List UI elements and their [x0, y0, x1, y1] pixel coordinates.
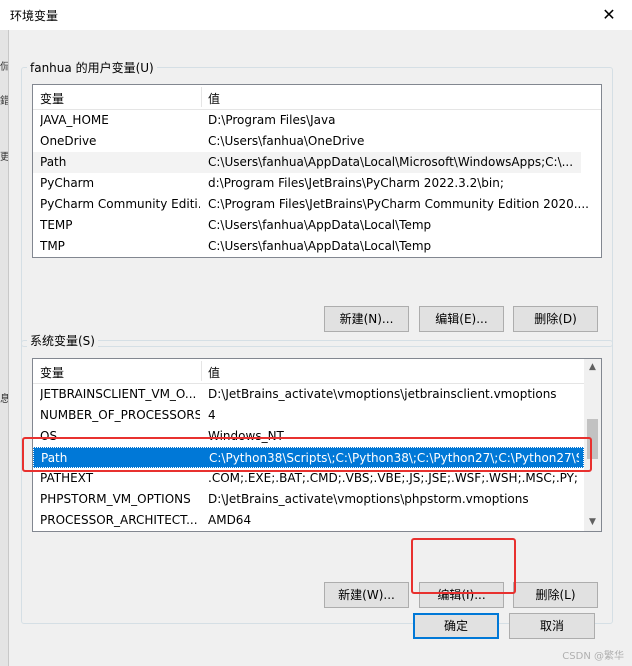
var-name: Path	[40, 155, 67, 169]
list-header: 变量 值	[33, 85, 601, 110]
var-name: OneDrive	[40, 134, 97, 148]
var-name: TEMP	[40, 218, 73, 232]
var-value: D:\JetBrains_activate\vmoptions\jetbrain…	[208, 387, 557, 401]
var-name: JETBRAINSCLIENT_VM_O...	[40, 387, 197, 401]
title-bar: 环境变量 ✕	[0, 0, 632, 30]
var-name: PROCESSOR_ARCHITECT...	[40, 513, 198, 527]
dialog-body: 侃 錯 更 息 fanhua 的用户变量(U) 变量 值 JAVA_HOME D:…	[0, 30, 632, 666]
list-item[interactable]: JETBRAINSCLIENT_VM_O... D:\JetBrains_acti…	[33, 384, 584, 405]
user-vars-list[interactable]: 变量 值 JAVA_HOME D:\Program Files\Java OneD…	[32, 84, 602, 258]
list-item[interactable]: OneDrive C:\Users\fanhua\OneDrive	[33, 131, 601, 152]
list-item[interactable]: PyCharm d:\Program Files\JetBrains\PyChar…	[33, 173, 601, 194]
var-value: C:\Users\fanhua\AppData\Local\Microsoft\…	[208, 155, 574, 169]
list-item[interactable]: TEMP C:\Users\fanhua\AppData\Local\Temp	[33, 215, 601, 236]
column-divider[interactable]	[201, 361, 202, 381]
annotation-highlight-path	[22, 437, 592, 472]
user-delete-button[interactable]: 删除(D)	[513, 306, 598, 332]
list-item[interactable]: TMP C:\Users\fanhua\AppData\Local\Temp	[33, 236, 601, 257]
list-item[interactable]: Path C:\Users\fanhua\AppData\Local\Micros…	[33, 152, 581, 173]
var-name: JAVA_HOME	[40, 113, 109, 127]
var-value: D:\JetBrains_activate\vmoptions\phpstorm…	[208, 492, 529, 506]
ok-button[interactable]: 确定	[413, 613, 499, 639]
var-value: C:\Users\fanhua\AppData\Local\Temp	[208, 239, 432, 253]
var-name: PyCharm Community Editi...	[40, 197, 200, 211]
list-item[interactable]: PHPSTORM_VM_OPTIONS D:\JetBrains_activate…	[33, 489, 584, 510]
user-edit-button[interactable]: 编辑(E)...	[419, 306, 504, 332]
column-header-value[interactable]: 值	[208, 90, 220, 107]
var-value: C:\Users\fanhua\OneDrive	[208, 134, 365, 148]
var-value: .COM;.EXE;.BAT;.CMD;.VBS;.VBE;.JS;.JSE;.…	[208, 471, 578, 485]
var-name: PyCharm	[40, 176, 95, 190]
column-header-value[interactable]: 值	[208, 364, 220, 381]
var-name: NUMBER_OF_PROCESSORS	[40, 408, 200, 422]
user-new-button[interactable]: 新建(N)...	[324, 306, 409, 332]
scroll-up-icon[interactable]: ▲	[584, 359, 601, 376]
var-name: PHPSTORM_VM_OPTIONS	[40, 492, 191, 506]
user-vars-label: fanhua 的用户变量(U)	[27, 59, 157, 76]
list-item[interactable]: PyCharm Community Editi... C:\Program Fil…	[33, 194, 601, 215]
watermark: CSDN @繁华	[562, 651, 624, 662]
var-name: TMP	[40, 239, 65, 253]
var-value: C:\Users\fanhua\AppData\Local\Temp	[208, 218, 432, 232]
var-value: C:\Program Files\JetBrains\PyCharm Commu…	[208, 197, 589, 211]
var-value: D:\Program Files\Java	[208, 113, 336, 127]
column-header-variable[interactable]: 变量	[40, 364, 64, 381]
window-title: 环境变量	[10, 9, 59, 23]
strip-text: 錯	[0, 96, 9, 107]
list-item[interactable]: NUMBER_OF_PROCESSORS 4	[33, 405, 584, 426]
background-window-strip: 侃 錯 更 息	[0, 30, 9, 666]
cancel-button[interactable]: 取消	[509, 613, 595, 639]
list-item[interactable]: PROCESSOR_ARCHITECT... AMD64	[33, 510, 584, 531]
list-header: 变量 值	[33, 359, 584, 384]
sys-vars-label: 系统变量(S)	[27, 332, 98, 349]
var-value: 4	[208, 408, 216, 422]
user-vars-group: fanhua 的用户变量(U) 变量 值 JAVA_HOME D:\Program…	[21, 59, 613, 347]
column-divider[interactable]	[201, 87, 202, 107]
list-item[interactable]: JAVA_HOME D:\Program Files\Java	[33, 110, 601, 131]
var-value: AMD64	[208, 513, 252, 527]
strip-text: 息	[0, 394, 9, 405]
scroll-down-icon[interactable]: ▼	[584, 514, 601, 531]
sys-delete-button[interactable]: 删除(L)	[513, 582, 598, 608]
annotation-highlight-edit	[411, 538, 516, 594]
strip-text: 更	[0, 152, 9, 163]
var-name: PATHEXT	[40, 471, 94, 485]
column-header-variable[interactable]: 变量	[40, 90, 64, 107]
close-icon[interactable]: ✕	[586, 0, 632, 30]
sys-vars-group: 系统变量(S) 变量 值 JETBRAINSCLIENT_VM_O... D:\J…	[21, 332, 613, 624]
strip-text: 侃	[0, 62, 9, 73]
var-value: d:\Program Files\JetBrains\PyCharm 2022.…	[208, 176, 504, 190]
sys-new-button[interactable]: 新建(W)...	[324, 582, 409, 608]
